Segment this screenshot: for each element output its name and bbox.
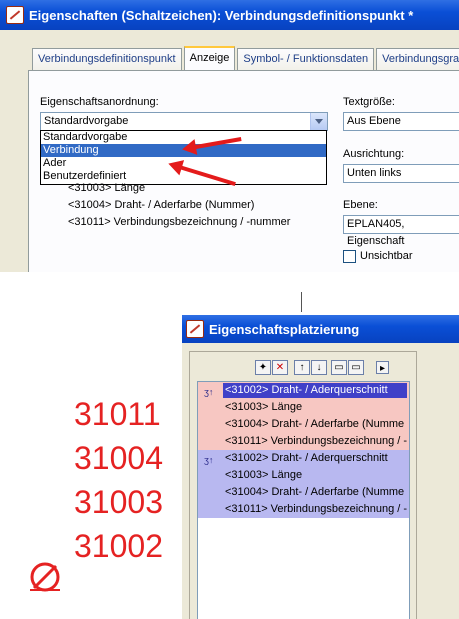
ungroup-icon[interactable]: ▭ xyxy=(348,360,364,375)
move-up-icon[interactable]: ↑ xyxy=(294,360,310,375)
chevron-down-icon[interactable] xyxy=(310,113,327,130)
invisible-label: Unsichtbar xyxy=(360,250,413,262)
textsize-combo[interactable]: Aus Ebene xyxy=(343,112,459,131)
move-down-icon[interactable]: ↓ xyxy=(311,360,327,375)
delete-icon[interactable]: ✕ xyxy=(272,360,288,375)
tab-strip: Verbindungsdefinitionspunkt Anzeige Symb… xyxy=(32,46,459,71)
list-item-label: <31002> Draht- / Aderquerschnitt xyxy=(225,384,388,396)
annotation-number: 31004 xyxy=(74,440,163,476)
textsize-value: Aus Ebene xyxy=(347,115,401,127)
arrangement-label: Eigenschaftsanordnung: xyxy=(40,96,159,108)
tree-item[interactable]: <31004> Draht- / Aderfarbe (Nummer) xyxy=(68,199,254,211)
alignment-label: Ausrichtung: xyxy=(343,148,405,160)
annotation-number: 31003 xyxy=(74,484,163,520)
group-icon[interactable]: ▭ xyxy=(331,360,347,375)
app-icon xyxy=(6,6,24,24)
divider-line xyxy=(301,292,302,312)
invisible-checkbox[interactable] xyxy=(343,250,356,263)
prohibited-icon xyxy=(30,562,60,592)
tab-connection-definition-point[interactable]: Verbindungsdefinitionspunkt xyxy=(32,48,182,70)
title-bar[interactable]: Eigenschaftsplatzierung xyxy=(182,315,459,343)
layer-combo[interactable]: EPLAN405, Eigenschaft xyxy=(343,215,459,247)
dialog-title: Eigenschaftsplatzierung xyxy=(209,321,360,337)
arrangement-combo[interactable]: Standardvorgabe xyxy=(40,112,328,131)
annotation-number: 31002 xyxy=(74,528,163,564)
alignment-combo[interactable]: Unten links xyxy=(343,164,459,183)
list-item[interactable]: ʒ↑ <31002> Draht- / Aderquerschnitt xyxy=(198,450,409,467)
more-icon[interactable]: ▸ xyxy=(376,361,389,374)
list-item[interactable]: <31011> Verbindungsbezeichnung / - xyxy=(198,501,409,518)
tab-symbol-function-data[interactable]: Symbol- / Funktionsdaten xyxy=(237,48,375,70)
list-item-label: <31002> Draht- / Aderquerschnitt xyxy=(225,452,388,464)
list-item-label: <31004> Draht- / Aderfarbe (Numme xyxy=(225,418,405,430)
property-list: ʒ↑ <31002> Draht- / Aderquerschnitt <31003… xyxy=(197,381,410,619)
list-item[interactable]: <31003> Länge xyxy=(198,467,409,484)
tab-display[interactable]: Anzeige xyxy=(183,46,236,71)
title-bar[interactable]: Eigenschaften (Schaltzeichen): Verbindun… xyxy=(0,0,459,30)
layer-value: EPLAN405, Eigenschaft xyxy=(347,218,405,247)
list-item[interactable]: <31004> Draht- / Aderfarbe (Numme xyxy=(198,484,409,501)
arrangement-dropdown-list: Standardvorgabe Verbindung Ader Benutzer… xyxy=(40,130,327,185)
list-item[interactable]: ʒ↑ <31002> Draht- / Aderquerschnitt xyxy=(198,382,409,399)
list-item[interactable]: <31004> Draht- / Aderfarbe (Numme xyxy=(198,416,409,433)
arrangement-value: Standardvorgabe xyxy=(44,115,129,127)
list-item-label: <31003> Länge xyxy=(225,469,303,481)
layer-label: Ebene: xyxy=(343,199,378,211)
annotation-number: 31011 xyxy=(74,396,161,432)
list-item-label: <31004> Draht- / Aderfarbe (Numme xyxy=(225,486,405,498)
dialog-title: Eigenschaften (Schaltzeichen): Verbindun… xyxy=(29,7,414,23)
properties-dialog: Eigenschaften (Schaltzeichen): Verbindun… xyxy=(0,0,459,272)
list-item[interactable]: <31003> Länge xyxy=(198,399,409,416)
list-item[interactable]: <31011> Verbindungsbezeichnung / - xyxy=(198,433,409,450)
list-item-label: <31011> Verbindungsbezeichnung / - xyxy=(225,435,408,447)
tree-item[interactable]: <31003> Länge xyxy=(68,182,145,194)
alignment-value: Unten links xyxy=(347,167,402,179)
tree-item[interactable]: <31011> Verbindungsbezeichnung / -nummer xyxy=(68,216,290,228)
list-item-label: <31003> Länge xyxy=(225,401,303,413)
tab-connection-graphic[interactable]: Verbindungsgrafik xyxy=(376,48,459,70)
textsize-label: Textgröße: xyxy=(343,96,395,108)
property-placement-dialog: Eigenschaftsplatzierung ✦ ✕ ↑ ↓ ▭ ▭ ▸ ʒ↑… xyxy=(182,315,459,619)
list-item-label: <31011> Verbindungsbezeichnung / - xyxy=(225,503,408,515)
app-icon xyxy=(186,320,204,338)
new-icon[interactable]: ✦ xyxy=(255,360,271,375)
